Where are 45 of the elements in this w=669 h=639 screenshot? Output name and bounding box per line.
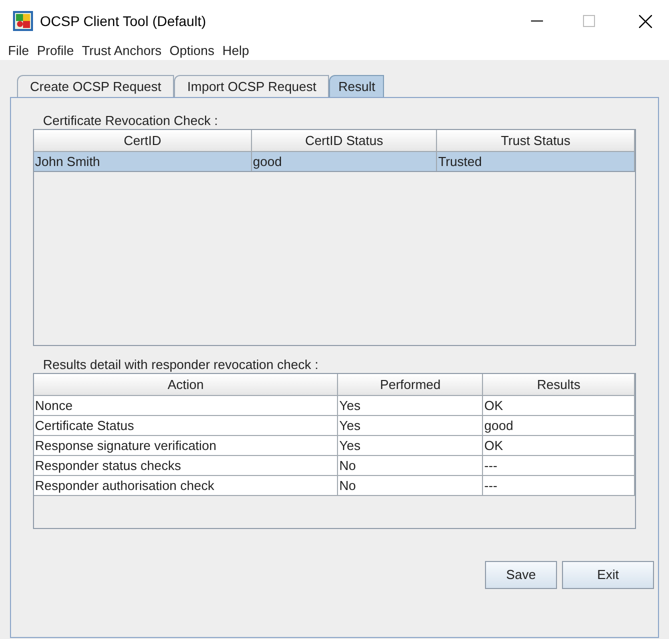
table-cell-text: Trusted <box>438 152 482 171</box>
table-cell-text: Yes <box>339 416 361 435</box>
table-cell-text: No <box>339 476 356 495</box>
action-button[interactable]: Save <box>485 561 557 589</box>
table-cell-text: Response signature verification <box>35 436 216 455</box>
table-cell-text: --- <box>484 476 498 495</box>
column-header[interactable]: Performed <box>338 374 484 395</box>
column-header[interactable]: Trust Status <box>437 130 636 151</box>
tab[interactable]: Result <box>329 75 384 97</box>
menu-item[interactable]: Trust Anchors <box>78 41 166 61</box>
table-cell-text: OK <box>484 396 504 415</box>
table-cell-text: No <box>339 456 356 475</box>
section-label: Certificate Revocation Check : <box>42 113 219 129</box>
section-label: Results detail with responder revocation check : <box>42 357 320 373</box>
column-header[interactable]: CertID Status <box>252 130 438 151</box>
column-header[interactable]: CertID <box>34 130 252 151</box>
table-row[interactable]: Responder status checks No --- <box>34 456 635 476</box>
table-row[interactable]: John Smith good Trusted <box>34 152 635 172</box>
menu-item[interactable]: Help <box>218 41 254 61</box>
table-row[interactable]: Certificate Status Yes good <box>34 416 635 436</box>
menu-item[interactable]: Profile <box>32 41 78 61</box>
menu-item[interactable]: File <box>4 41 33 61</box>
column-header[interactable]: Action <box>34 374 338 395</box>
app-icon <box>13 11 33 31</box>
table-cell-text: good <box>484 416 514 435</box>
window-title: OCSP Client Tool (Default) <box>40 12 206 31</box>
column-header[interactable]: Results <box>483 374 635 395</box>
table-cell-text: Responder authorisation check <box>35 476 214 495</box>
table-cell-text: John Smith <box>35 152 100 171</box>
table-cell-text: Certificate Status <box>35 416 134 435</box>
table-row[interactable]: Nonce Yes OK <box>34 396 635 416</box>
table-cell-text: good <box>252 152 282 171</box>
tab[interactable]: Create OCSP Request <box>17 75 174 97</box>
action-button[interactable]: Exit <box>562 561 654 589</box>
table-cell-text: Nonce <box>35 396 73 415</box>
tab[interactable]: Import OCSP Request <box>174 75 330 97</box>
table-row[interactable]: Responder authorisation check No --- <box>34 476 635 496</box>
close-icon[interactable] <box>639 14 652 28</box>
table-cell-text: Yes <box>339 396 361 415</box>
table-row[interactable]: Response signature verification Yes OK <box>34 436 635 456</box>
table-cell-text: Responder status checks <box>35 456 181 475</box>
table-cell-text: Yes <box>339 436 361 455</box>
table-cell-text: --- <box>484 456 498 475</box>
table-cell-text: OK <box>484 436 504 455</box>
menu-item[interactable]: Options <box>166 41 218 61</box>
